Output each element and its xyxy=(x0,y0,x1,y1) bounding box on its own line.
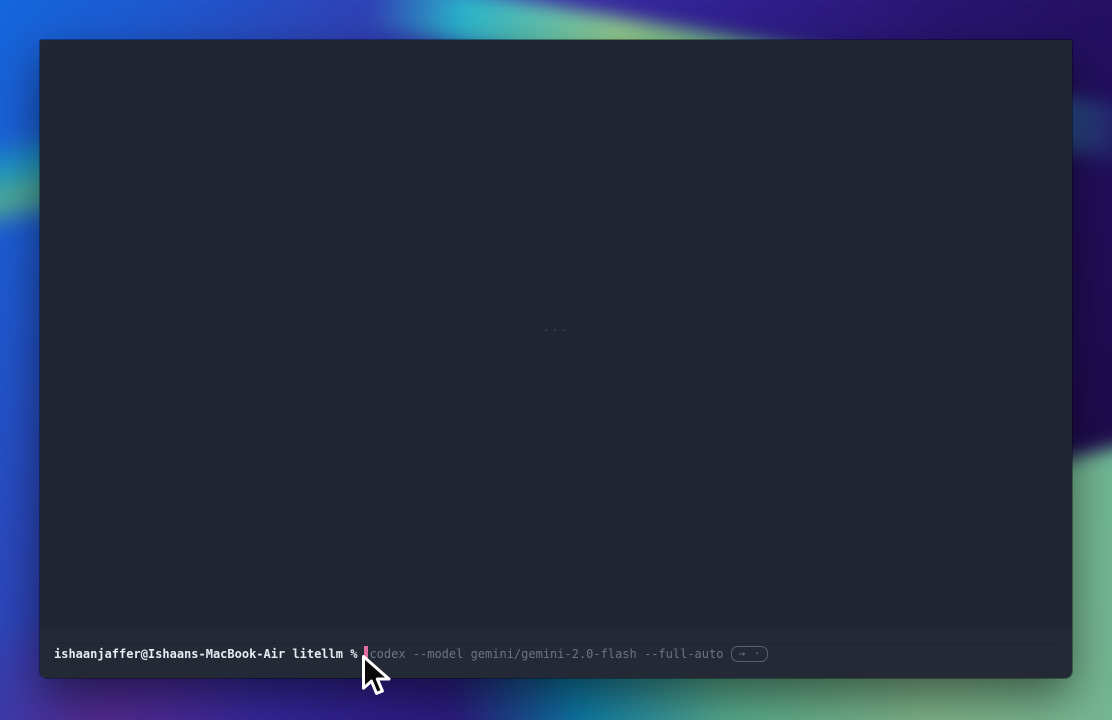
desktop-wallpaper: ... ishaanjaffer@Ishaans-MacBook-Air lit… xyxy=(0,0,1112,720)
terminal-output-area xyxy=(40,40,1072,630)
terminal-window[interactable]: ... ishaanjaffer@Ishaans-MacBook-Air lit… xyxy=(40,40,1072,678)
terminal-prompt-line[interactable]: ishaanjaffer@Ishaans-MacBook-Air litellm… xyxy=(54,643,1058,662)
text-caret-icon xyxy=(364,646,368,661)
shell-prompt: ishaanjaffer@Ishaans-MacBook-Air litellm… xyxy=(54,646,357,662)
command-autosuggestion: codex --model gemini/gemini-2.0-flash --… xyxy=(369,646,723,662)
autosuggestion-accept-hint: → · xyxy=(731,646,768,662)
terminal-loading-ellipsis: ... xyxy=(40,321,1072,334)
